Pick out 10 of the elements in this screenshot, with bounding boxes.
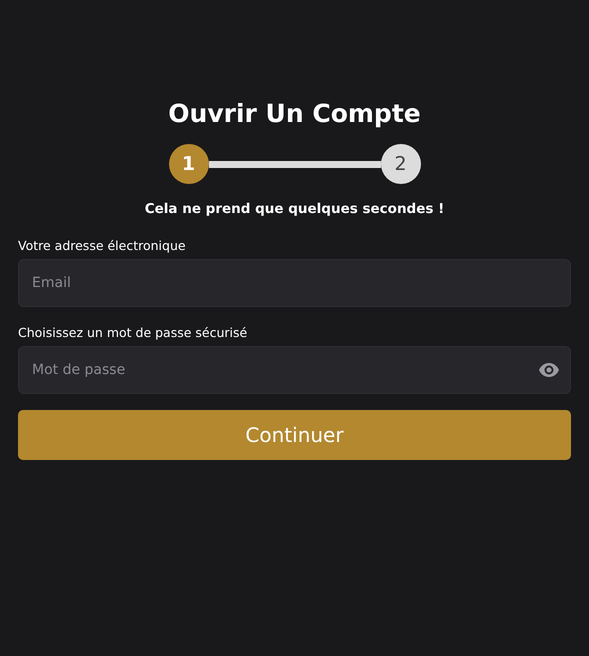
continue-button[interactable]: Continuer: [18, 410, 571, 460]
field-label: Choisissez un mot de passe sécurisé: [18, 325, 248, 341]
email-field[interactable]: Email: [18, 259, 571, 307]
password-field[interactable]: Mot de passe: [18, 346, 571, 394]
step-indicator: 2: [380, 144, 420, 184]
page-title: Ouvrir Un Compte: [167, 98, 422, 130]
field-label: Votre adresse électronique: [18, 238, 187, 254]
step-indicator: 1: [168, 144, 208, 184]
eye-icon[interactable]: [539, 363, 559, 377]
subtitle: Cela ne prend que quelques secondes !: [144, 200, 446, 218]
